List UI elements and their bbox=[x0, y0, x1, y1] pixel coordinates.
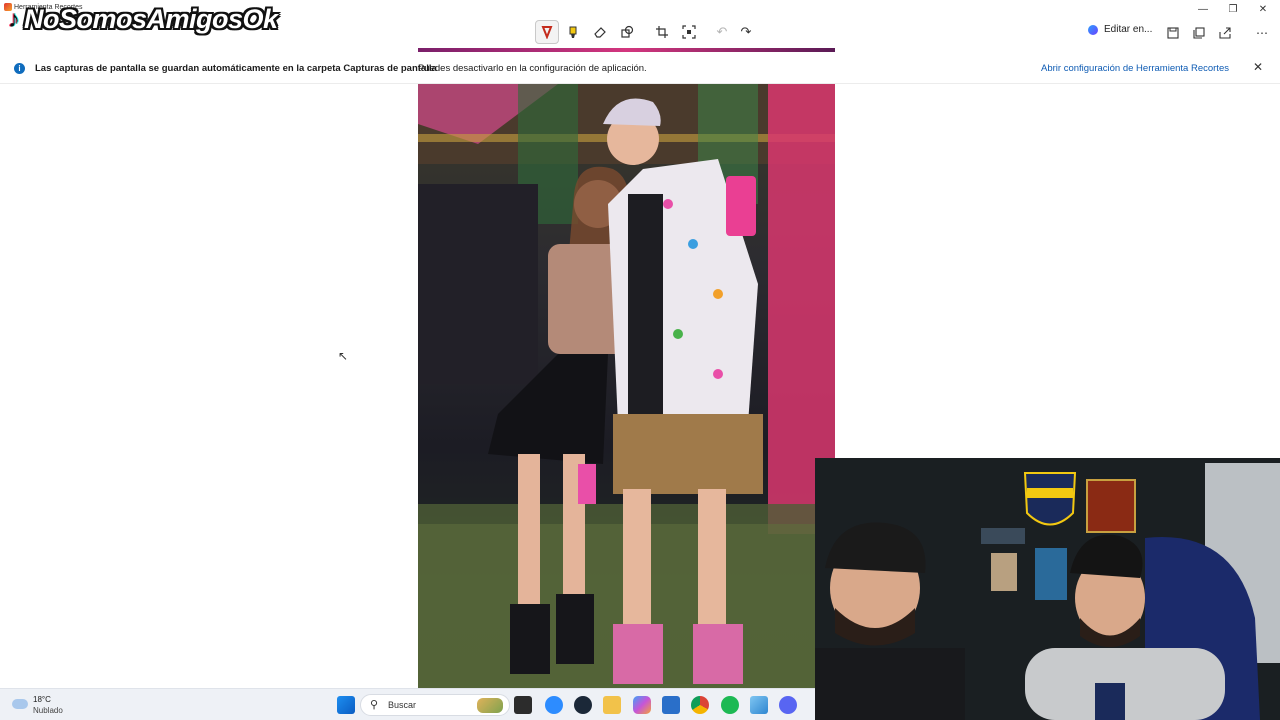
undo-icon[interactable]: ↶ bbox=[710, 20, 734, 44]
shapes-icon[interactable] bbox=[615, 20, 639, 44]
minimize-button[interactable]: — bbox=[1188, 0, 1218, 18]
file-manager-icon[interactable] bbox=[514, 696, 532, 714]
paint-app-icon bbox=[1088, 24, 1098, 35]
search-highlight-icon bbox=[477, 698, 503, 713]
captured-photo bbox=[418, 84, 835, 688]
spotify-icon[interactable] bbox=[721, 696, 739, 714]
photos-icon[interactable] bbox=[750, 696, 768, 714]
notification-title: Las capturas de pantalla se guardan auto… bbox=[35, 63, 437, 74]
chrome-icon[interactable] bbox=[691, 696, 709, 714]
save-icon[interactable] bbox=[1162, 22, 1184, 44]
crop-icon[interactable] bbox=[650, 20, 674, 44]
taskbar-search[interactable]: ⚲ Buscar bbox=[360, 694, 510, 716]
copy-icon[interactable] bbox=[1188, 22, 1210, 44]
restore-button[interactable]: ❐ bbox=[1218, 0, 1248, 18]
close-window-button[interactable]: ✕ bbox=[1248, 0, 1278, 18]
notification-message: Puedes desactivarlo en la configuración … bbox=[418, 63, 647, 74]
discord-icon[interactable] bbox=[779, 696, 797, 714]
search-placeholder: Buscar bbox=[388, 700, 417, 710]
tiktok-watermark: ♪ NoSomosAmigosOk bbox=[8, 4, 278, 35]
cloud-icon[interactable] bbox=[12, 699, 28, 709]
windows-start-icon[interactable] bbox=[337, 696, 355, 714]
store-icon[interactable] bbox=[662, 696, 680, 714]
explorer-folder-icon[interactable] bbox=[603, 696, 621, 714]
zoom-icon[interactable] bbox=[545, 696, 563, 714]
highlighter-icon[interactable] bbox=[561, 20, 585, 44]
snipping-tool-window: Herramienta Recortes — ❐ ✕ ♪ NoSomosAmig… bbox=[0, 0, 1280, 720]
webcam-overlay bbox=[815, 458, 1280, 720]
search-icon: ⚲ bbox=[370, 699, 379, 711]
weather-temp[interactable]: 18°C bbox=[33, 695, 51, 704]
open-settings-link[interactable]: Abrir configuración de Herramienta Recor… bbox=[1041, 63, 1229, 74]
tiktok-logo-icon: ♪ bbox=[8, 5, 20, 33]
mouse-cursor-icon: ↖ bbox=[338, 349, 349, 363]
text-actions-icon[interactable] bbox=[677, 20, 701, 44]
edit-in-button[interactable]: Editar en... bbox=[1088, 24, 1152, 35]
more-icon[interactable]: ⋯ bbox=[1251, 22, 1273, 44]
eraser-icon[interactable] bbox=[588, 20, 612, 44]
watermark-text: NoSomosAmigosOk bbox=[24, 4, 278, 34]
steam-icon[interactable] bbox=[574, 696, 592, 714]
share-icon[interactable] bbox=[1214, 22, 1236, 44]
redo-icon[interactable]: ↷ bbox=[734, 20, 758, 44]
photo-illustration bbox=[418, 84, 835, 688]
info-icon: i bbox=[14, 63, 25, 74]
weather-condition[interactable]: Nublado bbox=[33, 706, 63, 715]
close-notification-icon[interactable]: ✕ bbox=[1253, 60, 1263, 74]
copilot-icon[interactable] bbox=[633, 696, 651, 714]
notification-bar: i Las capturas de pantalla se guardan au… bbox=[0, 52, 1280, 84]
webcam-illustration bbox=[815, 458, 1280, 720]
pen-icon[interactable] bbox=[535, 20, 559, 44]
windows-taskbar: 18°C Nublado ⚲ Buscar bbox=[0, 688, 815, 720]
